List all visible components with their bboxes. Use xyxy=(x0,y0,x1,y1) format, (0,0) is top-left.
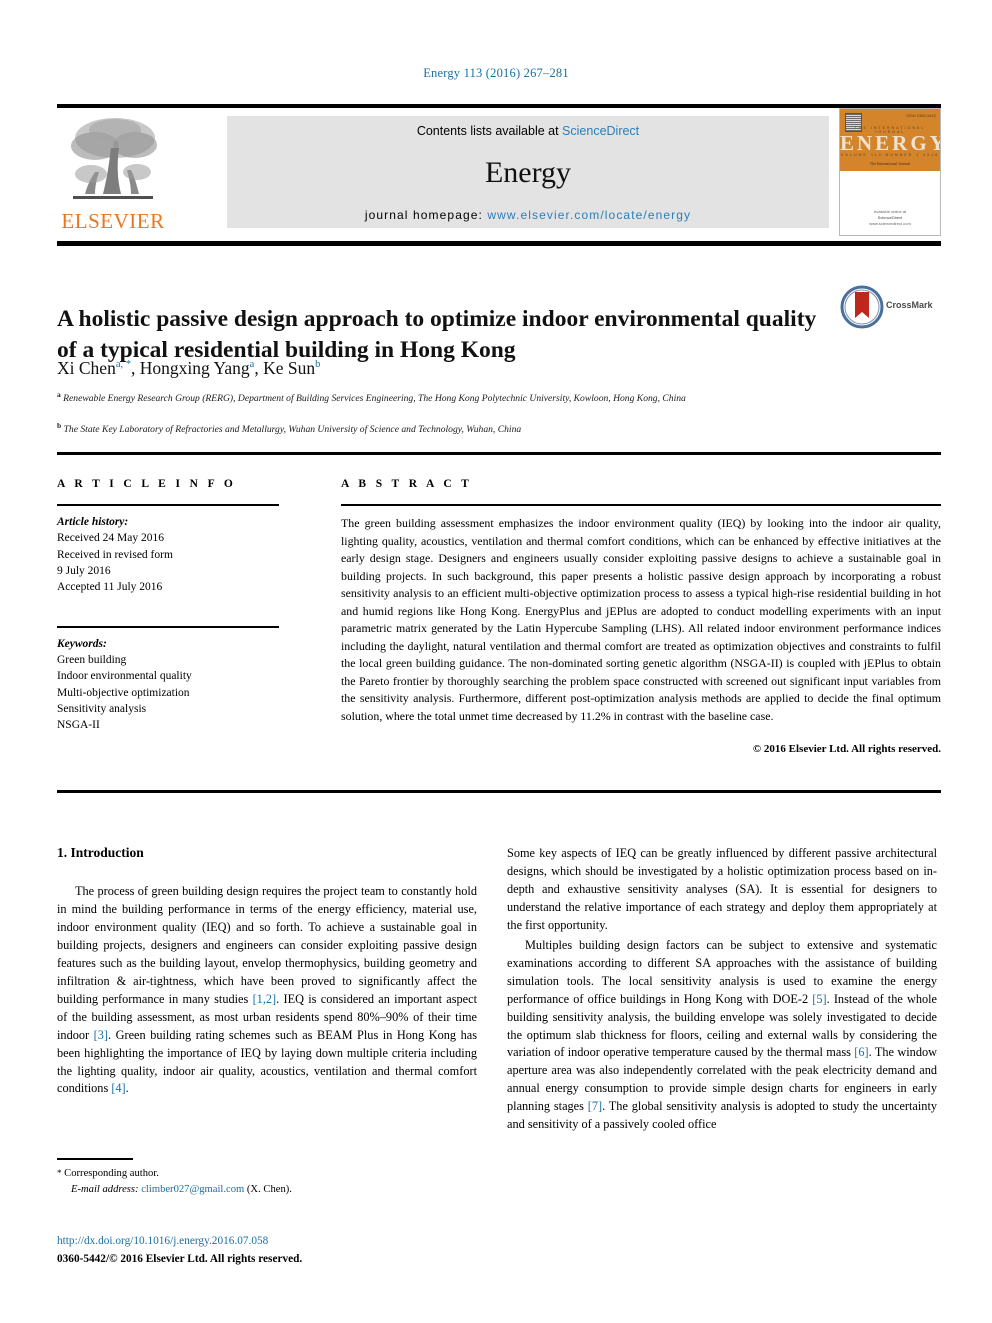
abstract-copyright: © 2016 Elsevier Ltd. All rights reserved… xyxy=(752,743,941,755)
doi-block: http://dx.doi.org/10.1016/j.energy.2016.… xyxy=(57,1233,477,1268)
email-label: E-mail address: xyxy=(71,1183,139,1195)
keywords-rule xyxy=(57,625,279,628)
right-paragraph-1: Some key aspects of IEQ can be greatly i… xyxy=(507,846,937,932)
crossmark-label: CrossMark xyxy=(886,300,933,310)
cover-tiny-row-2: VOLUME 113 NUMBER 1 2016 xyxy=(840,153,940,157)
corresponding-author-marker: * xyxy=(57,1168,62,1178)
elsevier-wordmark: ELSEVIER xyxy=(61,209,165,233)
intro-text-a: The process of green building design req… xyxy=(57,884,477,1006)
cover-subtitle: The International Journal xyxy=(869,161,911,166)
crossmark-icon xyxy=(840,285,884,329)
cover-footer-line-3: www.sciencedirect.com xyxy=(869,221,911,226)
abstract-block: A B S T R A C T The green building asses… xyxy=(341,478,941,755)
citation-ref-4[interactable]: [4] xyxy=(111,1081,125,1095)
crossmark-badge[interactable]: CrossMark xyxy=(840,285,942,331)
contents-prefix: Contents lists available at xyxy=(416,124,563,138)
author-name-2: Hongxing Yang xyxy=(139,358,250,378)
paper-page: Energy 113 (2016) 267–281 ELSEVIER Conte… xyxy=(0,0,992,1323)
cover-issn-note: ISSN 0360-5442 xyxy=(906,113,936,118)
email-owner: (X. Chen). xyxy=(246,1183,292,1195)
abstract-bottom-rule xyxy=(57,790,941,793)
elsevier-logo: ELSEVIER xyxy=(57,108,169,236)
article-history: Article history: Received 24 May 2016 Re… xyxy=(57,514,287,596)
journal-title: Energy xyxy=(484,156,572,189)
journal-homepage-link[interactable]: www.elsevier.com/locate/energy xyxy=(487,208,691,222)
keywords-block: Keywords: Green building Indoor environm… xyxy=(57,636,287,734)
article-history-line: Received in revised form xyxy=(57,548,173,561)
affiliation-a: a Renewable Energy Research Group (RERG)… xyxy=(57,390,937,406)
email-note: E-mail address: climber027@gmail.com (X.… xyxy=(57,1182,477,1198)
affiliation-text-b: The State Key Laboratory of Refractories… xyxy=(63,424,522,436)
affiliation-b: b The State Key Laboratory of Refractori… xyxy=(57,421,937,437)
article-history-line: 9 July 2016 xyxy=(57,564,111,577)
author-marks-3: b xyxy=(315,359,321,371)
contents-band: Contents lists available at ScienceDirec… xyxy=(227,116,829,228)
citation-ref-5[interactable]: [5] xyxy=(812,992,826,1006)
author-marks-1: a, * xyxy=(115,359,131,371)
keyword-item: Indoor environmental quality xyxy=(57,670,192,683)
author-list: Xi Chena, *, Hongxing Yanga, Ke Sunb xyxy=(57,358,321,378)
article-history-label: Article history: xyxy=(57,516,129,528)
citation-ref-1-2[interactable]: [1,2] xyxy=(253,992,277,1006)
abstract-heading: A B S T R A C T xyxy=(341,478,473,490)
footnote-block: * Corresponding author. E-mail address: … xyxy=(57,1166,477,1198)
info-section-top-rule xyxy=(57,452,941,455)
homepage-prefix: journal homepage: xyxy=(364,208,488,222)
page-title: A holistic passive design approach to op… xyxy=(57,305,817,363)
email-link[interactable]: climber027@gmail.com xyxy=(141,1184,244,1195)
journal-homepage-line: journal homepage: www.elsevier.com/locat… xyxy=(227,208,829,222)
article-info-block: A R T I C L E I N F O Article history: R… xyxy=(57,478,287,734)
affiliation-mark-a: a xyxy=(57,390,61,399)
elsevier-tree-icon xyxy=(65,112,161,208)
journal-cover-thumbnail: ISSN 0360-5442 THE INTERNATIONAL JOURNAL… xyxy=(839,108,941,236)
running-head: Energy 113 (2016) 267–281 xyxy=(423,66,569,80)
body-column-left: 1. Introduction The process of green bui… xyxy=(57,845,477,1100)
affiliation-mark-b: b xyxy=(57,421,62,430)
cover-footer: Available online at ScienceDirect www.sc… xyxy=(840,209,940,227)
issn-copyright-line: 0360-5442/© 2016 Elsevier Ltd. All right… xyxy=(57,1252,303,1265)
abstract-rule xyxy=(341,504,941,506)
affiliation-text-a: Renewable Energy Research Group (RERG), … xyxy=(63,393,686,405)
citation-ref-7[interactable]: [7] xyxy=(588,1099,602,1113)
cover-title-word: ENERGY xyxy=(840,131,941,155)
corresponding-author-note: * Corresponding author. xyxy=(57,1166,477,1182)
citation-ref-6[interactable]: [6] xyxy=(854,1045,868,1059)
corresponding-author-text: Corresponding author. xyxy=(64,1168,159,1179)
masthead-bottom-rule xyxy=(57,241,941,246)
intro-paragraph-left: The process of green building design req… xyxy=(57,883,477,1098)
footnote-rule xyxy=(57,1158,133,1160)
article-info-heading: A R T I C L E I N F O xyxy=(57,478,237,490)
abstract-text: The green building assessment emphasizes… xyxy=(341,516,941,723)
keyword-item: NSGA-II xyxy=(57,719,100,732)
author-marks-2: a xyxy=(249,359,255,371)
contents-available-line: Contents lists available at ScienceDirec… xyxy=(227,124,829,138)
right-paragraph-2: Multiples building design factors can be… xyxy=(507,937,937,1134)
citation-ref-3[interactable]: [3] xyxy=(94,1028,108,1042)
keywords-label: Keywords: xyxy=(57,637,107,650)
section-heading-introduction: 1. Introduction xyxy=(57,845,144,860)
body-column-right: Some key aspects of IEQ can be greatly i… xyxy=(507,845,937,1136)
keyword-item: Sensitivity analysis xyxy=(57,702,147,715)
article-info-rule xyxy=(57,504,279,506)
author-name-3: Ke Sun xyxy=(263,358,316,378)
keyword-item: Multi-objective optimization xyxy=(57,686,190,699)
article-history-line: Accepted 11 July 2016 xyxy=(57,581,163,594)
keyword-item: Green building xyxy=(57,653,127,666)
author-name-1: Xi Chen xyxy=(57,358,116,378)
article-history-line: Received 24 May 2016 xyxy=(57,532,164,545)
journal-masthead: ELSEVIER Contents lists available at Sci… xyxy=(57,108,941,236)
doi-link[interactable]: http://dx.doi.org/10.1016/j.energy.2016.… xyxy=(57,1233,477,1251)
intro-text-d: . xyxy=(125,1081,129,1096)
sciencedirect-link[interactable]: ScienceDirect xyxy=(562,124,639,138)
